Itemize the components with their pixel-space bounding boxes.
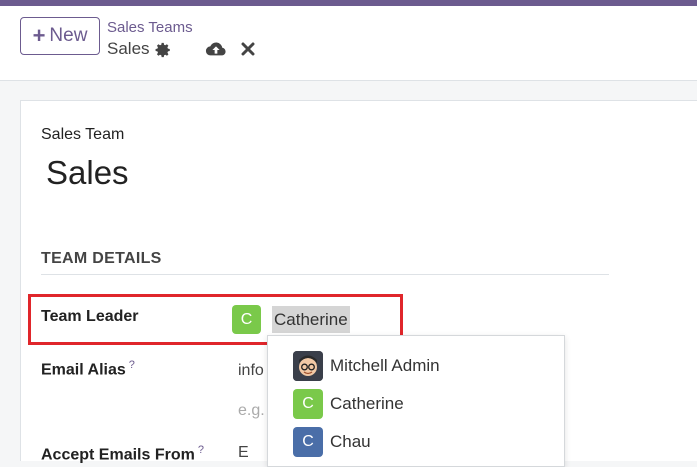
help-icon[interactable]: ? (129, 359, 135, 371)
accept-emails-input[interactable]: E (238, 444, 249, 462)
plus-icon: + (32, 23, 46, 48)
dropdown-item-label: Chau (330, 432, 371, 451)
new-button[interactable]: + New (20, 17, 100, 55)
help-icon[interactable]: ? (198, 444, 204, 456)
record-name-field[interactable]: Sales (46, 154, 129, 192)
accept-emails-label-text: Accept Emails From (41, 446, 195, 464)
breadcrumb-parent[interactable]: Sales Teams (107, 19, 193, 36)
team-leader-label: Team Leader (41, 308, 139, 325)
dropdown-item-label: Mitchell Admin (330, 356, 440, 375)
email-alias-label-text: Email Alias (41, 361, 126, 379)
dropdown-item-catherine[interactable]: C Catherine (293, 388, 404, 420)
user-avatar: C (293, 427, 323, 457)
email-domain-placeholder[interactable]: e.g. (238, 402, 265, 420)
autocomplete-dropdown: Mitchell Admin C Catherine C Chau (267, 335, 565, 467)
email-alias-input[interactable]: info (238, 362, 264, 380)
dropdown-item-chau[interactable]: C Chau (293, 426, 371, 458)
accept-emails-label: Accept Emails From? (41, 444, 204, 464)
dropdown-item-label: Catherine (330, 394, 404, 413)
control-panel: + New Sales Teams Sales (0, 6, 697, 81)
user-avatar-image (293, 351, 323, 381)
close-icon[interactable] (240, 41, 256, 57)
dropdown-item-mitchell-admin[interactable]: Mitchell Admin (293, 350, 440, 382)
cloud-upload-icon[interactable] (205, 41, 227, 59)
team-leader-avatar: C (232, 305, 261, 334)
user-avatar: C (293, 389, 323, 419)
team-leader-input[interactable]: Catherine (272, 306, 350, 333)
breadcrumb-current: Sales (107, 39, 150, 58)
new-button-label: New (49, 25, 88, 46)
name-field-caption: Sales Team (41, 126, 125, 143)
gear-icon[interactable] (154, 41, 172, 59)
group-title: TEAM DETAILS (41, 250, 609, 275)
email-alias-label: Email Alias? (41, 359, 135, 379)
